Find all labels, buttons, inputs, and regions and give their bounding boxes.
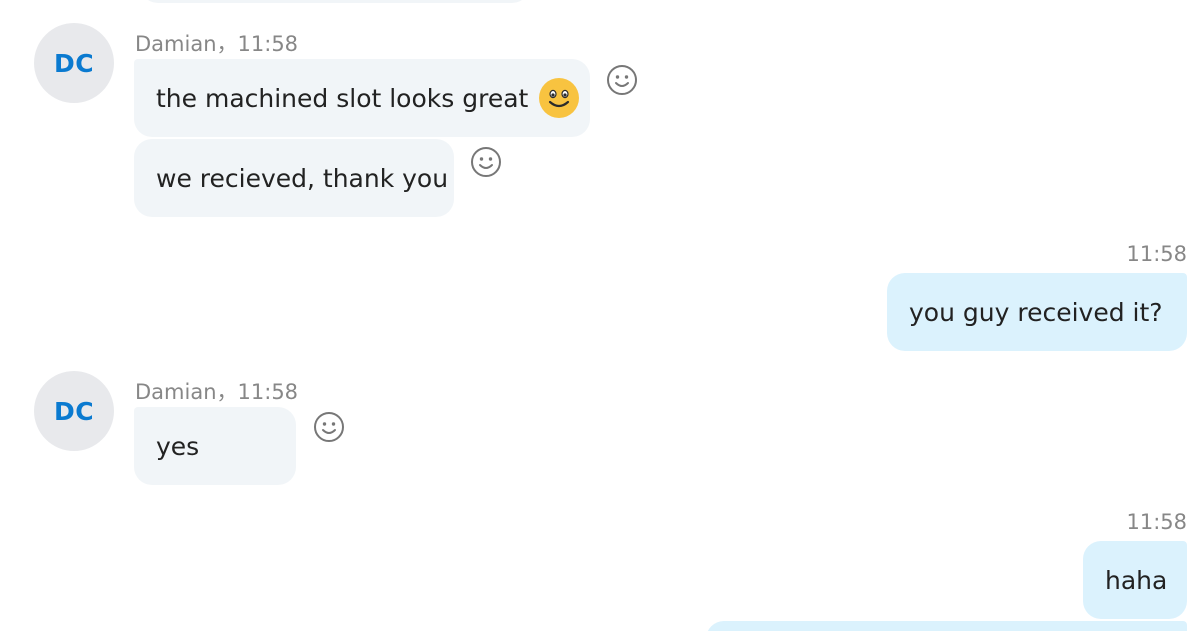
sender-name: Damian	[135, 380, 217, 404]
message-text: we recieved, thank you	[156, 163, 449, 193]
message-bubble[interactable]: haha	[1083, 541, 1187, 619]
add-reaction-icon[interactable]	[312, 410, 346, 444]
message-bubble[interactable]: the machined slot looks great	[134, 59, 590, 137]
message-bubble[interactable]: you guy received it?	[887, 273, 1187, 351]
chat-message-list[interactable]: DC Damian，11:58 the machined slot looks …	[0, 0, 1200, 631]
meta-separator: ，	[216, 32, 238, 56]
message-text: haha	[1105, 565, 1168, 595]
message-sender-meta: Damian，11:58	[135, 28, 298, 58]
add-reaction-icon[interactable]	[469, 145, 503, 179]
meta-separator: ，	[216, 380, 238, 404]
message-text: the machined slot looks great	[156, 83, 529, 113]
avatar[interactable]: DC	[34, 23, 114, 103]
message-text: you guy received it?	[909, 297, 1163, 327]
message-text: yes	[156, 431, 200, 461]
message-time: 11:58	[1126, 242, 1187, 266]
message-sender-meta: Damian，11:58	[135, 376, 298, 406]
avatar[interactable]: DC	[34, 371, 114, 451]
smile-emoji	[538, 77, 580, 119]
message-time: 11:58	[237, 32, 299, 56]
message-time: 11:58	[237, 380, 299, 404]
partial-message-bubble-top	[140, 0, 530, 3]
partial-message-bubble-bottom	[706, 621, 1187, 631]
message-bubble[interactable]: we recieved, thank you	[134, 139, 454, 217]
add-reaction-icon[interactable]	[605, 63, 639, 97]
message-bubble[interactable]: yes	[134, 407, 296, 485]
message-time: 11:58	[1126, 510, 1187, 534]
sender-name: Damian	[135, 32, 217, 56]
